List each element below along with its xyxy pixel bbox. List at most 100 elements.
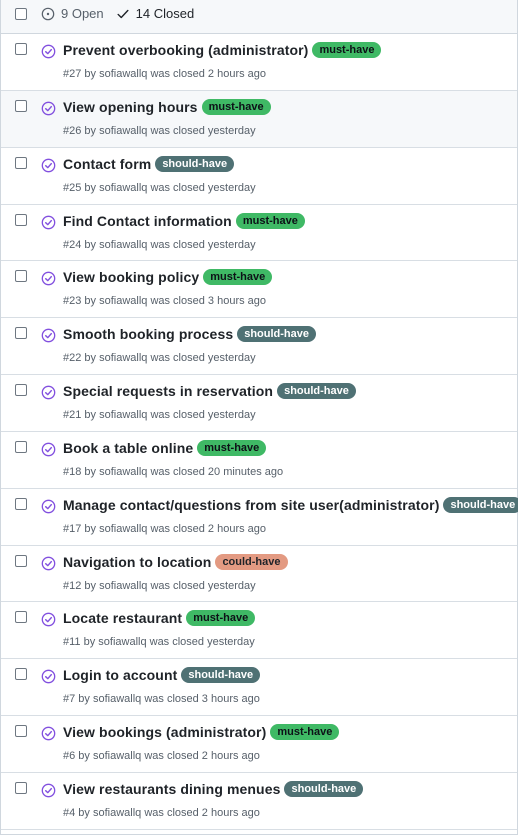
issue-meta: #27 by sofiawallq was closed 2 hours ago: [63, 68, 267, 80]
issue-row[interactable]: Prevent overbooking (administrator) must-…: [1, 34, 517, 91]
select-all-checkbox[interactable]: [15, 7, 27, 20]
closed-issue-icon: [41, 669, 56, 684]
issue-label[interactable]: must-have: [201, 98, 271, 115]
issue-meta: #12 by sofiawallq was closed yesterday: [63, 579, 256, 592]
issue-checkbox[interactable]: [15, 99, 27, 112]
issue-title-link[interactable]: Login to account: [63, 667, 177, 683]
issue-title-line: View booking policy must-have: [63, 269, 273, 286]
issue-title-link[interactable]: Find Contact information: [63, 213, 232, 229]
issue-label[interactable]: should-have: [284, 780, 364, 797]
issue-title-link[interactable]: Navigation to location: [63, 554, 211, 570]
issue-checkbox[interactable]: [15, 270, 27, 283]
closed-issue-icon: [41, 442, 56, 457]
issue-checkbox[interactable]: [15, 781, 27, 794]
issue-title-line: Login to account should-have: [63, 667, 261, 684]
issue-meta: #21 by sofiawallq was closed yesterday: [63, 409, 256, 422]
issue-title-link[interactable]: Contact form: [63, 156, 151, 172]
issue-row[interactable]: View booking policy must-have #23 by sofia…: [1, 261, 517, 319]
closed-issue-icon: [41, 613, 56, 627]
issue-meta: #4 by sofiawallq was closed 2 hours ago: [63, 806, 260, 819]
closed-issue-icon: [41, 556, 56, 570]
issues-panel: 9 Open 14 Closed Prevent overbooking (ad…: [0, 0, 518, 835]
closed-issue-icon: [41, 272, 56, 286]
issue-meta: #6 by sofiawallq was closed 2 hours ago: [63, 750, 260, 763]
issue-meta: #23 by sofiawallq was closed 3 hours ago: [63, 295, 267, 308]
issue-title-link[interactable]: Manage contact/questions from site user(…: [63, 497, 439, 513]
issue-title-link[interactable]: View booking policy: [63, 269, 199, 285]
issue-checkbox[interactable]: [15, 725, 27, 738]
check-icon: [117, 9, 129, 18]
issue-label[interactable]: should-have: [237, 326, 317, 343]
issue-title-link[interactable]: Book a table online: [63, 440, 193, 456]
issue-meta: #7 by sofiawallq was closed 3 hours ago: [63, 693, 260, 706]
issue-title-line: Navigation to location could-have: [63, 553, 288, 570]
closed-issue-icon: [41, 44, 56, 59]
issue-title-link[interactable]: View opening hours: [63, 99, 198, 115]
issue-label[interactable]: should-have: [443, 496, 518, 513]
open-issues-count: 9 Open: [61, 6, 104, 21]
closed-issues-count: 14 Closed: [135, 6, 195, 21]
issue-title-line: Manage contact/questions from site user(…: [63, 496, 518, 513]
open-issues-filter[interactable]: 9 Open: [41, 6, 104, 21]
issue-title-link[interactable]: Prevent overbooking (administrator): [63, 42, 308, 58]
issue-row[interactable]: View bookings (administrator) must-have #6…: [1, 716, 517, 773]
issue-label[interactable]: should-have: [181, 667, 261, 684]
closed-issue-icon: [41, 101, 56, 116]
closed-issue-icon: [41, 328, 56, 343]
issue-label[interactable]: must-have: [312, 42, 382, 58]
issue-row[interactable]: Special requests in reservation should-ha…: [1, 375, 517, 432]
issue-title-line: Prevent overbooking (administrator) must-…: [63, 42, 382, 58]
issue-checkbox[interactable]: [15, 213, 27, 226]
issue-title-link[interactable]: View bookings (administrator): [63, 724, 266, 740]
issue-checkbox[interactable]: [15, 43, 27, 55]
issue-title-link[interactable]: Special requests in reservation: [63, 383, 273, 399]
issue-row[interactable]: Navigation to location could-have #12 by s…: [1, 545, 517, 603]
issue-row[interactable]: Book a table online must-have #18 by sofia…: [1, 431, 517, 489]
issue-meta: #11 by sofiawallq was closed yesterday: [63, 636, 255, 649]
issue-row[interactable]: Find Contact information must-have #24 by …: [1, 204, 517, 262]
issue-label[interactable]: must-have: [270, 724, 340, 741]
issue-row[interactable]: Login to account should-have #7 by sofiawa…: [1, 659, 517, 717]
issue-title-link[interactable]: Locate restaurant: [63, 610, 182, 626]
issue-title-line: Find Contact information must-have: [63, 212, 305, 229]
issue-title-link[interactable]: Smooth booking process: [63, 326, 233, 342]
issue-title-line: Contact form should-have: [63, 155, 235, 172]
issue-checkbox[interactable]: [15, 384, 27, 397]
issue-label[interactable]: should-have: [155, 155, 235, 172]
closed-issue-icon: [41, 158, 56, 173]
issue-checkbox[interactable]: [15, 327, 27, 340]
issue-checkbox[interactable]: [15, 554, 27, 567]
issue-checkbox[interactable]: [15, 156, 27, 169]
issue-row[interactable]: Smooth booking process should-have #22 by …: [1, 318, 517, 376]
issue-row[interactable]: View restaurants dining menues should-hav…: [1, 772, 517, 830]
closed-issues-filter[interactable]: 14 Closed: [116, 6, 195, 21]
issue-row[interactable]: Contact form should-have #25 by sofiawallq…: [1, 147, 517, 205]
issue-row[interactable]: Manage contact/questions from site user(…: [1, 488, 518, 546]
issue-row[interactable]: View opening hours must-have #26 by sofiaw…: [1, 90, 517, 148]
issue-meta: #18 by sofiawallq was closed 20 minutes …: [63, 465, 284, 478]
issue-title-line: Special requests in reservation should-ha…: [63, 383, 356, 400]
issue-label[interactable]: should-have: [277, 383, 356, 400]
issue-label[interactable]: must-have: [186, 610, 256, 627]
issue-label[interactable]: must-have: [203, 269, 273, 286]
issue-title-line: Smooth booking process should-have: [63, 326, 317, 343]
issue-list: Prevent overbooking (administrator) must-…: [1, 34, 518, 830]
open-issue-icon: [41, 7, 55, 20]
issue-meta: #26 by sofiawallq was closed yesterday: [63, 124, 256, 137]
issues-list-header: 9 Open 14 Closed: [1, 0, 517, 34]
issue-checkbox[interactable]: [15, 440, 27, 453]
issue-title-line: Locate restaurant must-have: [63, 610, 256, 627]
issue-title-line: View restaurants dining menues should-hav…: [63, 780, 364, 797]
closed-issue-icon: [41, 215, 56, 229]
issue-checkbox[interactable]: [15, 497, 27, 510]
issue-label[interactable]: must-have: [197, 439, 267, 456]
issue-checkbox[interactable]: [15, 611, 27, 624]
issue-meta: #24 by sofiawallq was closed yesterday: [63, 238, 256, 251]
issue-title-link[interactable]: View restaurants dining menues: [63, 781, 280, 797]
issue-checkbox[interactable]: [15, 668, 27, 681]
issue-label[interactable]: must-have: [235, 212, 305, 229]
issue-row[interactable]: Locate restaurant must-have #11 by sofiawa…: [1, 602, 517, 660]
issue-label[interactable]: could-have: [215, 553, 288, 570]
issue-title-line: View bookings (administrator) must-have: [63, 724, 340, 741]
closed-issue-icon: [41, 499, 56, 514]
